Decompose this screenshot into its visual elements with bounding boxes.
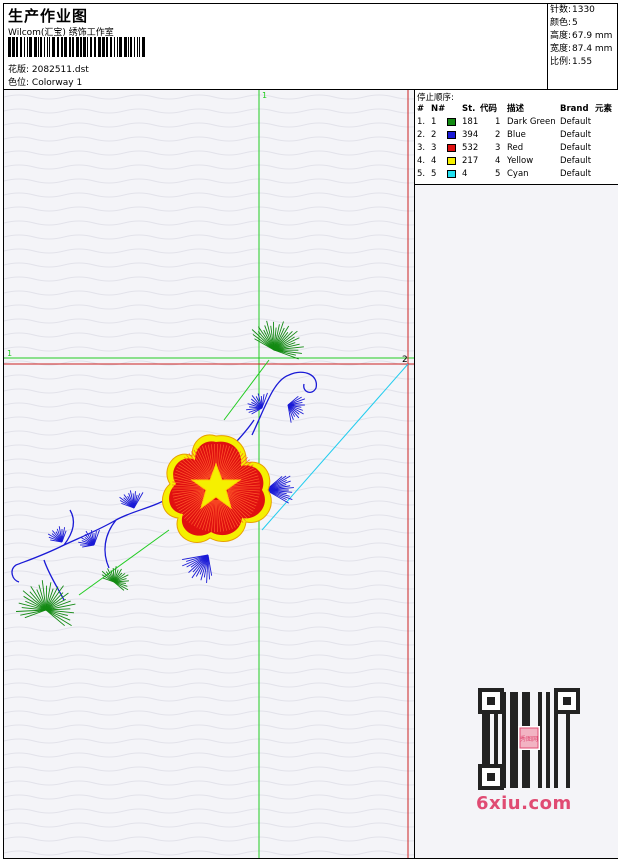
design-canvas[interactable]: 1 1 2: [4, 90, 414, 858]
colorway-line: 色位: Colorway 1: [8, 75, 82, 88]
embroidery-preview: 1 1 2: [4, 90, 414, 858]
production-sheet: 生产作业图 Wilcom(汇宝) 绣饰工作室 花版: 2082511.dst 色…: [3, 3, 618, 859]
marker-v1: 1: [262, 91, 267, 100]
watermark-text: 6xiu.com: [476, 793, 572, 814]
marker-h1: 1: [7, 349, 12, 358]
qr-stamp-text: 秀图网: [520, 735, 538, 743]
color-swatch: [447, 144, 456, 152]
color-swatch: [447, 157, 456, 165]
barcode-icon: [8, 37, 145, 57]
stat-stitches: 针数:1330: [550, 5, 595, 15]
sheet-header: 生产作业图 Wilcom(汇宝) 绣饰工作室 花版: 2082511.dst 色…: [4, 4, 617, 90]
colorway-label: 色位:: [8, 78, 30, 88]
stat-width: 宽度:87.4 mm: [550, 44, 613, 54]
color-swatch: [447, 170, 456, 178]
design-file-label: 花版:: [8, 65, 30, 75]
marker-h2: 2: [402, 355, 408, 365]
stat-colors: 颜色:5: [550, 18, 578, 28]
stop-sequence-title: 停止顺序:: [417, 93, 454, 103]
stats-panel: 针数:1330 颜色:5 高度:67.9 mm 宽度:87.4 mm 比例:1.…: [547, 4, 618, 89]
design-file-line: 花版: 2082511.dst: [8, 62, 89, 75]
design-file-name: 2082511.dst: [31, 65, 89, 75]
stat-height: 高度:67.9 mm: [550, 31, 613, 41]
stop-sequence-table: 停止顺序: # N# St. 代码 描述 Brand 元素 1. 1 181 1 Dar…: [415, 90, 618, 185]
colorway-value: Colorway 1: [31, 78, 83, 88]
color-swatch: [447, 118, 456, 126]
color-swatch: [447, 131, 456, 139]
stat-scale: 比例:1.55: [550, 57, 593, 67]
qr-code-icon: 秀图网: [474, 684, 584, 794]
sheet-title: 生产作业图: [8, 7, 89, 25]
